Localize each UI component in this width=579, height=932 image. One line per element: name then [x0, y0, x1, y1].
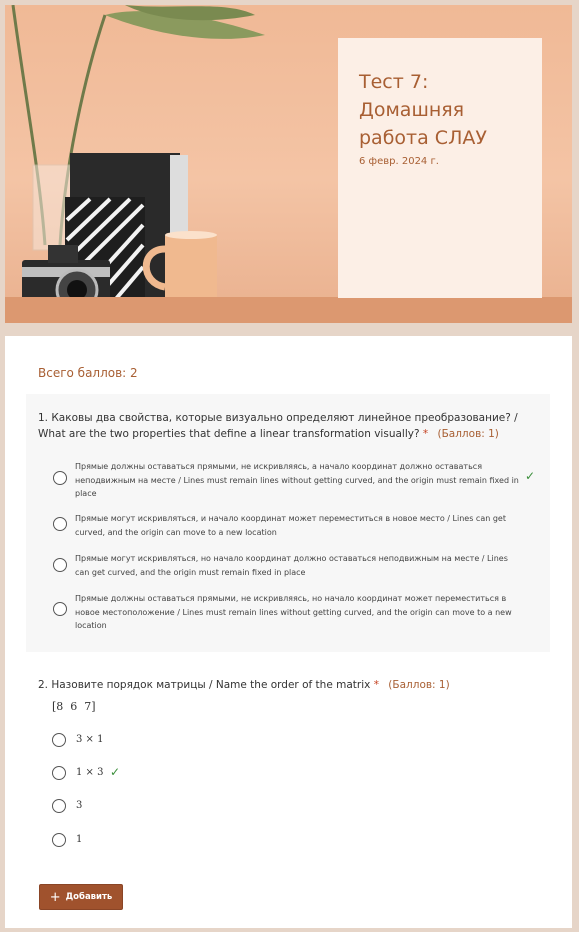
question-2-matrix: [8 6 7] — [52, 700, 96, 713]
option-label: 1 × 3 — [76, 767, 104, 778]
radio-button[interactable] — [52, 766, 66, 780]
add-button-label: Добавить — [65, 892, 113, 902]
question-1-points: (Баллов: 1) — [437, 428, 499, 440]
question-1-title: 1. Каковы два свойства, которые визуальн… — [38, 410, 528, 442]
radio-button[interactable] — [53, 471, 67, 485]
form-title: Тест 7: Домашняя работа СЛАУ — [359, 71, 487, 149]
form-title-card: Тест 7: Домашняя работа СЛАУ 6 февр. 202… — [338, 38, 542, 298]
option-label: 3 — [76, 800, 83, 811]
radio-button[interactable] — [53, 558, 67, 572]
question-2-option-4[interactable]: 1 — [52, 833, 172, 847]
total-points: Всего баллов: 2 — [38, 366, 138, 380]
header-banner: Тест 7: Домашняя работа СЛАУ 6 февр. 202… — [5, 5, 572, 323]
option-label: Прямые должны оставаться прямыми, не иск… — [75, 594, 512, 630]
radio-button[interactable] — [53, 517, 67, 531]
form-panel: Всего баллов: 2 1. Каковы два свойства, … — [5, 336, 572, 928]
form-date: 6 февр. 2024 г. — [359, 156, 439, 167]
question-1-option-3[interactable]: Прямые могут искривляться, но начало коо… — [53, 552, 523, 580]
check-icon: ✓ — [110, 765, 121, 779]
check-icon: ✓ — [525, 469, 536, 483]
option-label: 1 — [76, 834, 83, 845]
plus-icon: + — [49, 889, 61, 905]
question-1: 1. Каковы два свойства, которые визуальн… — [26, 394, 550, 652]
question-1-option-4[interactable]: Прямые должны оставаться прямыми, не иск… — [53, 592, 523, 632]
add-button[interactable]: + Добавить — [39, 884, 123, 910]
question-2-option-2[interactable]: 1 × 3 ✓ — [52, 765, 172, 780]
question-2-option-1[interactable]: 3 × 1 — [52, 733, 172, 747]
option-label: Прямые могут искривляться, и начало коор… — [75, 514, 506, 537]
option-label: Прямые должны оставаться прямыми, не иск… — [75, 462, 519, 498]
question-2-points: (Баллов: 1) — [388, 679, 450, 691]
question-2-option-3[interactable]: 3 — [52, 799, 172, 813]
radio-button[interactable] — [53, 602, 67, 616]
radio-button[interactable] — [52, 733, 66, 747]
option-label: 3 × 1 — [76, 734, 104, 745]
question-2-text: 2. Назовите порядок матрицы / Name the o… — [38, 679, 371, 691]
option-label: Прямые могут искривляться, но начало коо… — [75, 554, 508, 577]
question-2-title: 2. Назовите порядок матрицы / Name the o… — [38, 679, 450, 691]
question-1-option-2[interactable]: Прямые могут искривляться, и начало коор… — [53, 512, 523, 540]
question-1-option-1[interactable]: Прямые должны оставаться прямыми, не иск… — [53, 460, 535, 500]
radio-button[interactable] — [52, 799, 66, 813]
radio-button[interactable] — [52, 833, 66, 847]
required-mark: * — [422, 428, 429, 440]
required-mark: * — [373, 679, 379, 691]
